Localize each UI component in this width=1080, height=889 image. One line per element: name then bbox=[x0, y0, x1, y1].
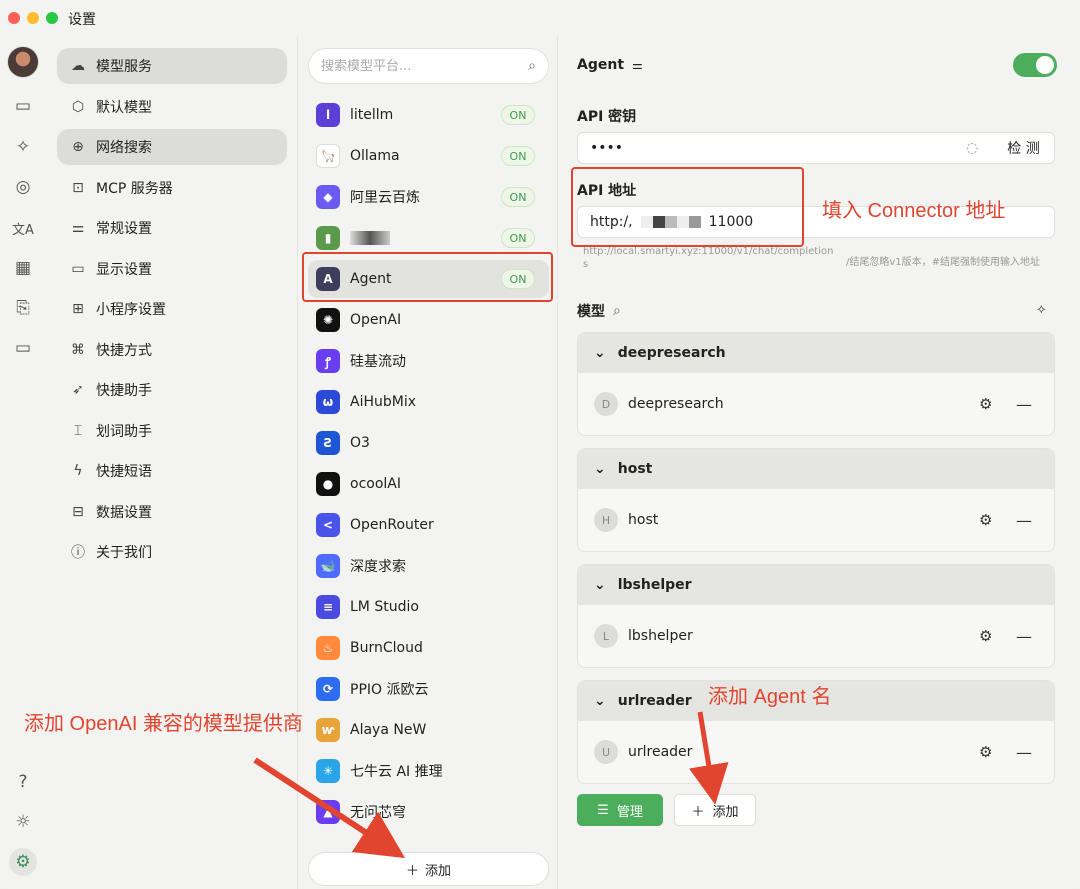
annotation-arrows bbox=[253, 711, 729, 859]
settings-window: 设置 ▭ ✧ ◎ 文A ▦ ⎘ ▭ ? ☼ ⚙ ☁ 模型服务 ⬡ 默认模型 ⊕ 网络搜… bbox=[0, 0, 1080, 889]
annotation-arrow-add bbox=[689, 711, 729, 805]
annotation-arrow-provider bbox=[253, 757, 406, 859]
